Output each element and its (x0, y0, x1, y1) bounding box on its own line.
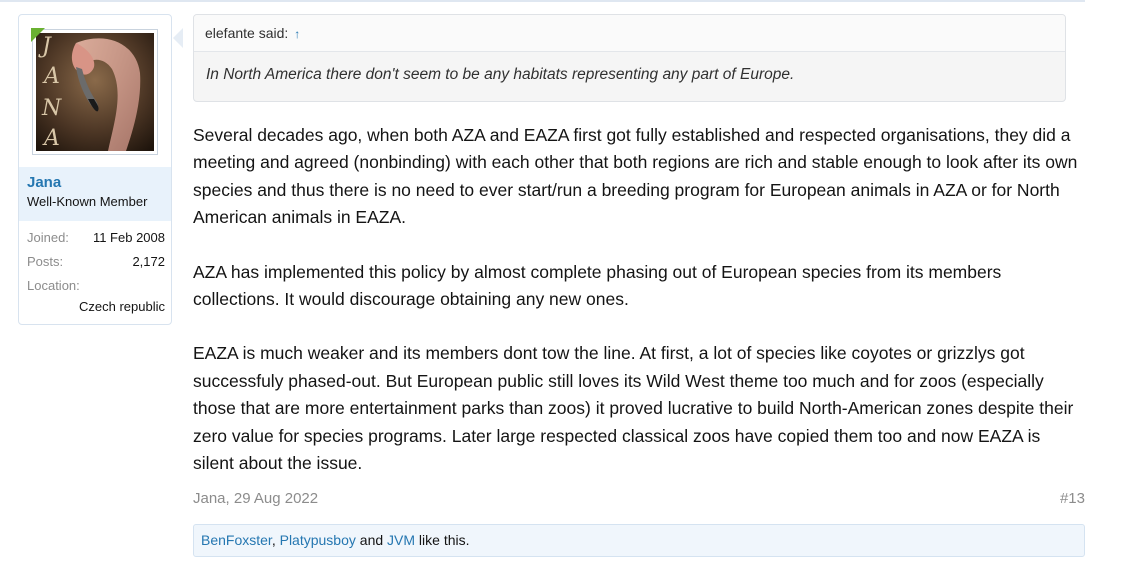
post-paragraph: EAZA is much weaker and its members dont… (193, 343, 1074, 474)
post-paragraph: AZA has implemented this policy by almos… (193, 261, 1002, 310)
quote-block: elefante said: ↑ In North America there … (193, 14, 1066, 102)
liker-link[interactable]: JVM (387, 532, 415, 548)
stat-location: Location: (27, 277, 165, 301)
user-card: J A N A Jana Well-Known Member Joined: 1… (18, 14, 172, 325)
liker-link[interactable]: Platypusboy (280, 532, 356, 548)
avatar-letter-4: A (42, 126, 60, 151)
avatar-image: J A N A (36, 33, 154, 151)
post-body: Several decades ago, when both AZA and E… (193, 122, 1085, 504)
stat-posts: Posts: 2,172 (27, 253, 165, 277)
post-permalink[interactable]: #13 (1060, 490, 1085, 507)
stat-joined: Joined: 11 Feb 2008 (27, 229, 165, 253)
user-stats: Joined: 11 Feb 2008 Posts: 2,172 Locatio… (27, 229, 165, 314)
likes-separator: , (271, 532, 276, 548)
likes-and: and (359, 532, 384, 548)
message-pointer-arrow (173, 28, 183, 48)
post-paragraph: Several decades ago, when both AZA and E… (193, 125, 1078, 228)
online-status-badge (31, 28, 45, 42)
post-footer: Jana, 29 Aug 2022 #13 (193, 490, 1085, 510)
user-info: Jana Well-Known Member (19, 167, 171, 221)
avatar[interactable]: J A N A (31, 28, 158, 155)
quote-author-link[interactable]: elefante said: (205, 25, 288, 41)
stat-posts-label: Posts: (27, 254, 64, 269)
username-link[interactable]: Jana (27, 174, 163, 192)
avatar-letter-3: N (41, 96, 62, 121)
liker-link[interactable]: BenFoxster (201, 532, 272, 548)
jump-to-quote-icon[interactable]: ↑ (294, 27, 300, 41)
user-title: Well-Known Member (27, 194, 148, 209)
top-divider (0, 0, 1085, 2)
quote-text: In North America there don't seem to be … (206, 66, 795, 83)
likes-bar: BenFoxster, Platypusboy and JVM like thi… (193, 524, 1085, 557)
stat-joined-label: Joined: (27, 230, 69, 245)
stat-location-label: Location: (27, 278, 80, 293)
post-date-link[interactable]: Jana, 29 Aug 2022 (193, 490, 318, 507)
stat-posts-value[interactable]: 2,172 (132, 253, 165, 277)
stat-location-value[interactable]: Czech republic (27, 299, 165, 314)
stat-joined-value: 11 Feb 2008 (92, 230, 165, 245)
likes-suffix: like this. (418, 532, 470, 548)
avatar-letter-2: A (42, 64, 60, 89)
quote-header: elefante said: ↑ (194, 15, 1065, 52)
